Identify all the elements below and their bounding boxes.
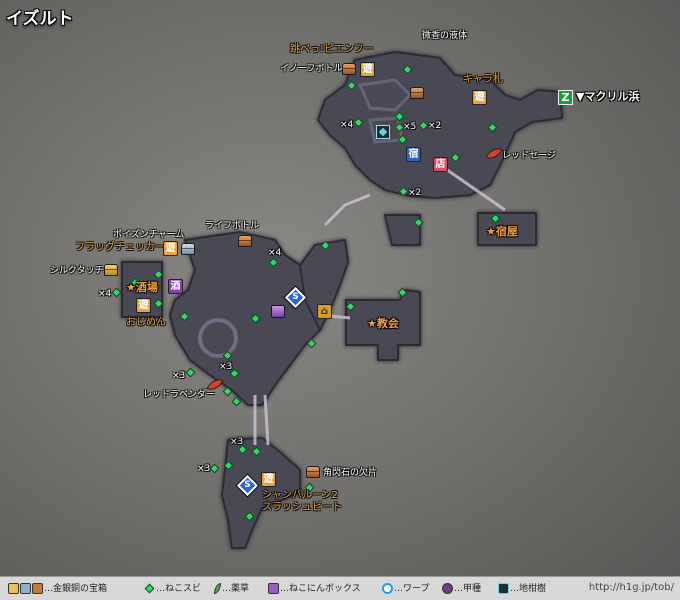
label-x4-north: ×4 — [340, 120, 354, 130]
label-x4-mid: ×4 — [268, 248, 282, 258]
area-west — [168, 230, 322, 406]
citrus-tree-icon[interactable] — [376, 125, 390, 139]
label-chara-fuda: キャラ札 — [463, 74, 503, 85]
bar-icon[interactable]: 酒 — [168, 279, 183, 294]
label-poison-charm: ポイズンチャーム — [113, 230, 185, 240]
label-biro-pien: 跳べっ!ピエンフー — [290, 44, 374, 55]
play-icon[interactable]: 遊 — [136, 298, 151, 313]
legend-nekonin-box: …ねこにんボックス — [268, 582, 361, 596]
bridge-south-2 — [263, 394, 270, 446]
label-dest-makuril: ▼マクリル浜 — [576, 90, 640, 103]
credit-link[interactable]: http://h1g.jp/tob/ — [589, 582, 674, 593]
shop-icon[interactable]: 店 — [433, 157, 448, 172]
chest-gold-icon[interactable] — [104, 264, 118, 276]
silver-chest-icon — [20, 583, 31, 594]
label-silk-touch: シルクタッチ — [50, 266, 104, 276]
legend-nekosubi: …ねこスビ — [143, 582, 201, 596]
label-bikou-no-ekitai: 微香の液体 — [422, 31, 468, 41]
label-slash-beat: スラッシュビート — [262, 502, 342, 513]
map-title: イズルト — [6, 9, 74, 29]
church-door-icon[interactable]: ⌂ — [317, 304, 332, 319]
label-life-bottle: ライフボトル — [205, 221, 260, 231]
label-sakaba: ★酒場 — [126, 281, 158, 294]
label-kyoukai: ★教会 — [367, 317, 399, 330]
chest-bronze-icon[interactable] — [306, 466, 320, 478]
play-icon[interactable]: 遊 — [360, 62, 375, 77]
label-x2-mid: ×2 — [408, 188, 422, 198]
legend-citrus: …地柑樹 — [498, 582, 546, 596]
bronze-chest-icon — [32, 583, 43, 594]
play-icon[interactable]: 遊 — [261, 472, 276, 487]
legend-herb: …薬草 — [214, 582, 249, 596]
label-x4-west: ×4 — [98, 289, 112, 299]
label-red-lavender: レッドラベンダー — [143, 390, 216, 400]
herb-icon — [214, 583, 221, 594]
label-flag-checker: フラッグチェッカー — [75, 242, 165, 253]
chest-silver-icon[interactable] — [181, 243, 195, 255]
legend-bar: …金銀銅の宝箱 …ねこスビ …薬草 …ねこにんボックス …ワープ …甲種 …地柑… — [0, 576, 680, 600]
label-x3-b: ×3 — [172, 371, 186, 381]
label-red-sage: レッドセージ — [502, 151, 556, 161]
label-shambleen: シャンバルーン2 — [262, 490, 338, 501]
play-icon[interactable]: 遊 — [472, 90, 487, 105]
legend-warp: …ワープ — [382, 582, 429, 596]
label-x2-north: ×2 — [428, 121, 442, 131]
gold-chest-icon — [8, 583, 19, 594]
warp-icon — [382, 583, 393, 594]
label-x5-north: ×5 — [403, 122, 417, 132]
legend-chest: …金銀銅の宝箱 — [8, 582, 107, 596]
citrus-tree-icon — [498, 583, 509, 594]
beetle-icon — [442, 583, 453, 594]
legend-beetle: …甲種 — [442, 582, 481, 596]
play-icon[interactable]: 遊 — [163, 241, 178, 256]
nekonin-box-icon — [268, 583, 279, 594]
chest-bronze-icon[interactable] — [410, 87, 424, 99]
chest-bronze-icon[interactable] — [342, 63, 356, 75]
inn-icon[interactable]: 宿 — [406, 147, 421, 162]
label-kakusen-kakera: 角閃石の欠片 — [323, 468, 378, 478]
bridge-center-to-ne — [323, 193, 371, 227]
chest-bronze-icon[interactable] — [238, 235, 252, 247]
nekosubi-icon — [144, 583, 155, 594]
nekonin-box-icon[interactable] — [271, 305, 285, 318]
label-x3-d: ×3 — [197, 464, 211, 474]
label-inofu-bottle: イノーフボトル — [280, 64, 343, 74]
label-yadoya: ★宿屋 — [486, 225, 518, 238]
exit-icon[interactable]: Z — [558, 90, 573, 105]
label-ojimen: おじめん — [126, 317, 166, 328]
